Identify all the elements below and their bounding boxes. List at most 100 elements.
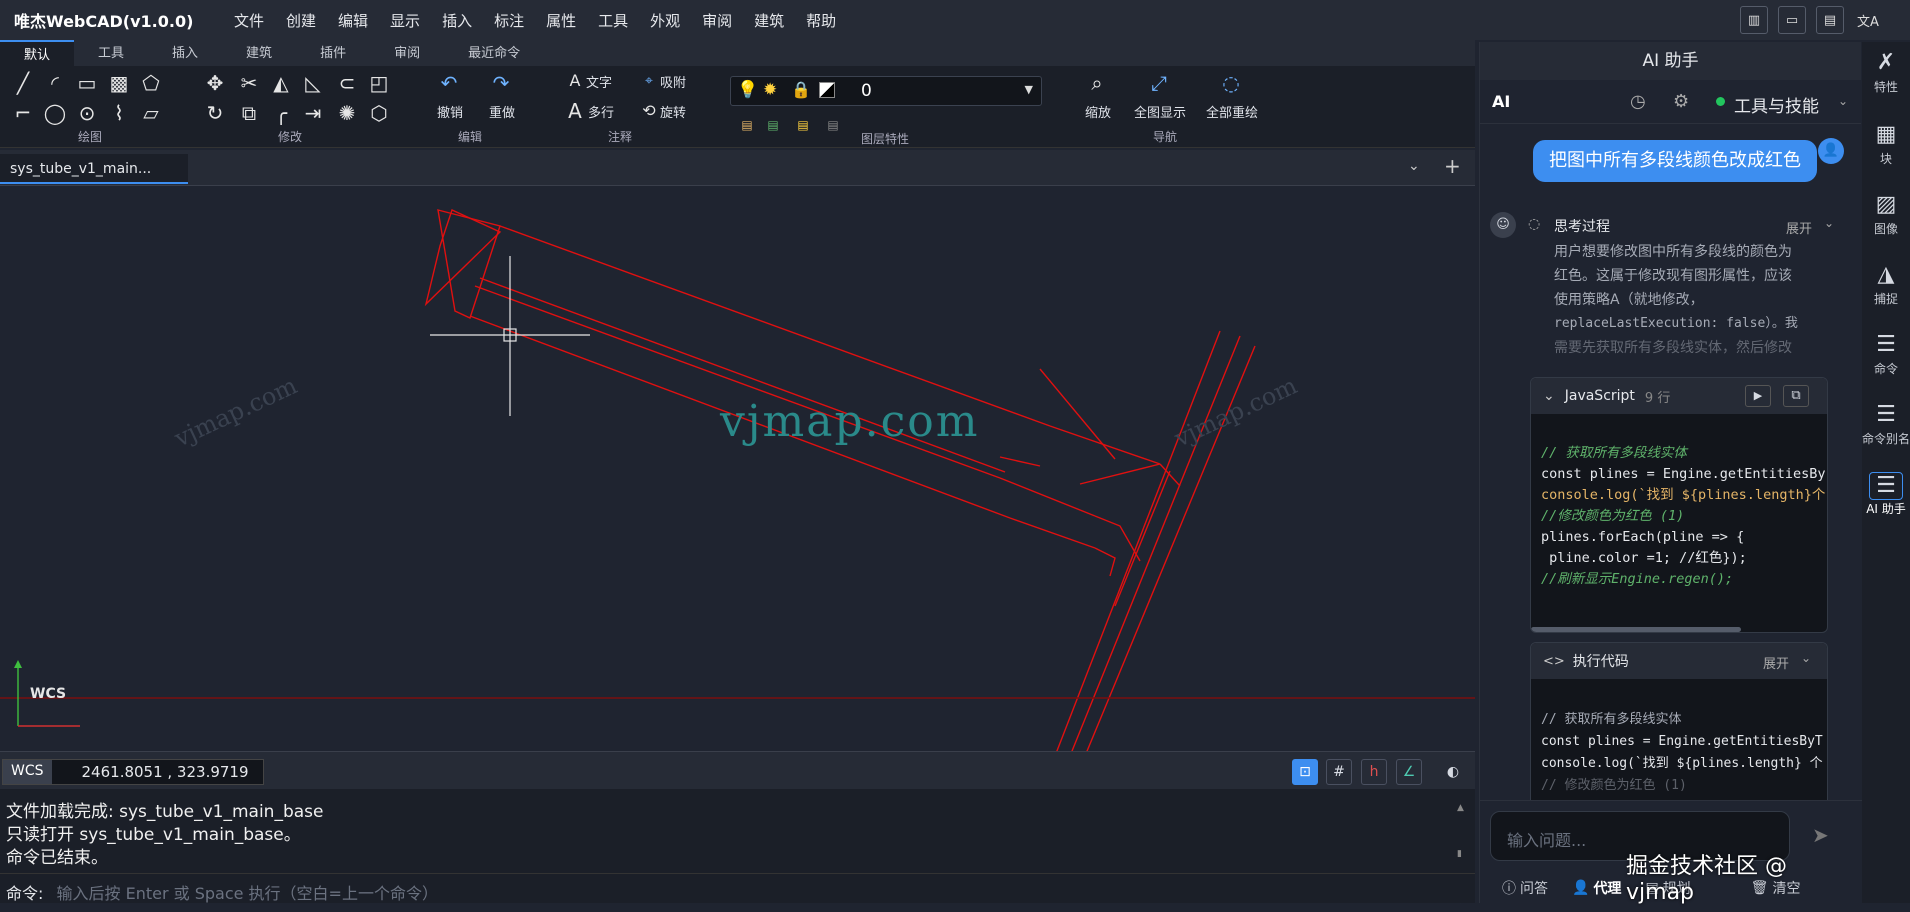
explode-icon[interactable]: ✺: [334, 102, 360, 124]
rotate-icon[interactable]: ↻: [202, 102, 228, 124]
tab-review[interactable]: 审阅: [370, 40, 444, 66]
region-icon[interactable]: ▱: [138, 102, 164, 124]
zoom-button[interactable]: 缩放: [1078, 106, 1118, 122]
command-input[interactable]: 输入后按 Enter 或 Space 执行（空白=上一个命令）: [57, 884, 438, 903]
tab-architecture[interactable]: 建筑: [222, 40, 296, 66]
menu-view[interactable]: 显示: [390, 10, 420, 31]
menu-create[interactable]: 创建: [286, 10, 316, 31]
split-view-icon[interactable]: ▥: [1740, 6, 1768, 34]
layer-tool-4-icon[interactable]: ▤: [820, 114, 846, 136]
tab-insert[interactable]: 插入: [148, 40, 222, 66]
sidebar-item-ai[interactable]: ☰ AI 助手: [1862, 472, 1910, 517]
menu-edit[interactable]: 编辑: [338, 10, 368, 31]
undo-button[interactable]: 撤销: [430, 106, 470, 122]
sidebar-item-blocks[interactable]: ▦ 块: [1862, 122, 1910, 167]
text-button[interactable]: 文字: [586, 76, 612, 92]
rotate-text-icon[interactable]: ⟲: [636, 100, 662, 122]
scale-icon[interactable]: ◰: [366, 72, 392, 94]
tab-default[interactable]: 默认: [0, 40, 75, 66]
layer-tool-3-icon[interactable]: ▤: [790, 114, 816, 136]
tab-plugins[interactable]: 插件: [296, 40, 370, 66]
undo-icon[interactable]: ↶: [436, 72, 462, 94]
menu-insert[interactable]: 插入: [442, 10, 472, 31]
code-scrollbar[interactable]: [1531, 627, 1741, 632]
drawing-canvas[interactable]: vjmap.com vjmap.com vjmap.com WCS: [0, 186, 1475, 751]
group-nav-label[interactable]: 导航: [1130, 128, 1200, 145]
mtext-button[interactable]: 多行: [588, 106, 614, 122]
thinking-expand[interactable]: 展开: [1786, 218, 1812, 237]
layer-tool-1-icon[interactable]: ▤: [734, 114, 760, 136]
regen-button[interactable]: 全部重绘: [1200, 106, 1264, 122]
add-tab-icon[interactable]: +: [1444, 154, 1461, 178]
snap-icon[interactable]: ⌖: [636, 70, 662, 92]
tab-recent[interactable]: 最近命令: [444, 40, 544, 66]
redo-button[interactable]: 重做: [482, 106, 522, 122]
document-icon[interactable]: ▤: [1816, 6, 1844, 34]
polar-toggle-icon[interactable]: ∠: [1396, 759, 1422, 785]
snap-toggle-icon[interactable]: ⊡: [1292, 759, 1318, 785]
wcs-button[interactable]: WCS: [3, 760, 52, 784]
snap-button[interactable]: 吸附: [660, 76, 686, 92]
group-annotate-label[interactable]: 注释: [590, 128, 650, 145]
ai-mode[interactable]: 工具与技能: [1734, 92, 1819, 117]
osnap-toggle-icon[interactable]: ◐: [1440, 759, 1466, 785]
menu-file[interactable]: 文件: [234, 10, 264, 31]
rotate-button[interactable]: 旋转: [660, 106, 686, 122]
sidebar-item-aliases[interactable]: ☰ 命令别名: [1862, 402, 1910, 447]
ortho-toggle-icon[interactable]: h: [1361, 759, 1387, 785]
hatch-icon[interactable]: ▩: [106, 72, 132, 94]
sidebar-item-images[interactable]: ▨ 图像: [1862, 192, 1910, 237]
arc-icon[interactable]: ◜: [42, 72, 68, 94]
ellipse-icon[interactable]: ⊙: [74, 102, 100, 124]
text-icon[interactable]: A: [562, 70, 588, 92]
copy-icon[interactable]: ⧉: [236, 102, 262, 124]
tab-agent[interactable]: 代理: [1593, 878, 1621, 898]
polyline-icon[interactable]: ⌐: [10, 102, 36, 124]
fit-icon[interactable]: ⤢: [1146, 72, 1172, 94]
regen-icon[interactable]: ◌: [1218, 72, 1244, 94]
group-layer-label[interactable]: 图层特性: [850, 130, 920, 147]
polygon-icon[interactable]: ⬠: [138, 72, 164, 94]
tab-tools[interactable]: 工具: [74, 40, 148, 66]
menu-properties[interactable]: 属性: [546, 10, 576, 31]
move-icon[interactable]: ✥: [202, 72, 228, 94]
grid-toggle-icon[interactable]: #: [1326, 759, 1352, 785]
gear-icon[interactable]: ⚙: [1673, 91, 1689, 112]
stretch-icon[interactable]: ◺: [300, 72, 326, 94]
send-icon[interactable]: ➤: [1812, 823, 1829, 847]
layer-select[interactable]: 💡 ✹ 🔒 0 ▼: [730, 76, 1042, 106]
sidebar-item-snap[interactable]: ◮ 捕捉: [1862, 262, 1910, 307]
console-scrollbar[interactable]: ▲▮▼: [1457, 797, 1467, 905]
lock-icon[interactable]: 🔒: [791, 80, 811, 99]
chevron-down-icon[interactable]: ⌄: [1801, 651, 1811, 665]
spline-icon[interactable]: ⌇: [106, 102, 132, 124]
layer-tool-2-icon[interactable]: ▤: [760, 114, 786, 136]
rectangle-icon[interactable]: ▭: [74, 72, 100, 94]
copy-icon[interactable]: ⧉: [1783, 385, 1809, 407]
sidebar-item-commands[interactable]: ☰ 命令: [1862, 332, 1910, 377]
group-modify-label[interactable]: 修改: [260, 128, 320, 145]
menu-appearance[interactable]: 外观: [650, 10, 680, 31]
offset-icon[interactable]: ⊂: [334, 72, 360, 94]
extend-icon[interactable]: ⇥: [300, 102, 326, 124]
sidebar-item-properties[interactable]: ✗ 特性: [1862, 50, 1910, 95]
translate-icon[interactable]: 文A: [1854, 6, 1882, 34]
group-edit-label[interactable]: 编辑: [440, 128, 500, 145]
file-tab[interactable]: sys_tube_v1_main...: [0, 154, 188, 184]
exec-expand[interactable]: 展开: [1763, 653, 1789, 672]
menu-help[interactable]: 帮助: [806, 10, 836, 31]
lightbulb-icon[interactable]: 💡: [737, 80, 758, 100]
menu-dimension[interactable]: 标注: [494, 10, 524, 31]
window-icon[interactable]: ▭: [1778, 6, 1806, 34]
chevron-down-icon[interactable]: ⌄: [1824, 216, 1834, 230]
fillet-icon[interactable]: ╭: [268, 102, 294, 124]
chevron-down-icon[interactable]: ⌄: [1543, 388, 1555, 404]
line-icon[interactable]: ╱: [10, 72, 36, 94]
menu-review[interactable]: 审阅: [702, 10, 732, 31]
3d-box-icon[interactable]: ⬡: [366, 102, 392, 124]
chevron-down-icon[interactable]: ⌄: [1838, 94, 1848, 108]
menu-tools[interactable]: 工具: [598, 10, 628, 31]
redo-icon[interactable]: ↷: [488, 72, 514, 94]
mirror-icon[interactable]: ◭: [268, 72, 294, 94]
menu-architecture[interactable]: 建筑: [754, 10, 784, 31]
